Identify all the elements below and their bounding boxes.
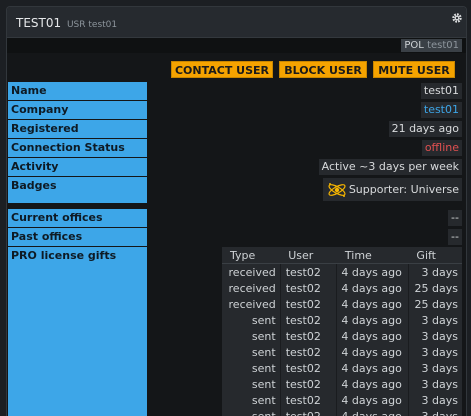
field-row-current-offices: Current offices -- [7, 209, 466, 227]
table-row: received test02 4 days ago 3 days [222, 263, 462, 280]
gift-user-link[interactable]: test02 [279, 360, 337, 376]
registered-label: Registered [8, 120, 147, 138]
profile-fields: Name test01 Company test01 Registered 21… [7, 82, 466, 416]
block-user-button[interactable]: BLOCK USER [279, 61, 367, 78]
header-type: Type [222, 247, 281, 264]
gift-amount: 25 days [407, 296, 462, 312]
gift-amount: 3 days [407, 360, 462, 376]
table-row: received test02 4 days ago 25 days [222, 280, 462, 296]
gift-amount: 3 days [407, 328, 462, 344]
gift-time: 4 days ago [336, 392, 409, 408]
field-row-badges: Badges Supporter: Universe [7, 177, 466, 203]
gift-type: sent [251, 313, 276, 327]
gift-time: 4 days ago [336, 344, 409, 360]
gift-time: 4 days ago [336, 312, 409, 328]
gift-user-link[interactable]: test02 [279, 263, 337, 280]
gift-time: 4 days ago [336, 263, 409, 280]
company-link[interactable]: test01 [420, 102, 462, 118]
field-row-past-offices: Past offices -- [7, 228, 466, 246]
gift-user-link[interactable]: test02 [279, 280, 337, 296]
field-row-name: Name test01 [7, 82, 466, 100]
gift-time: 4 days ago [336, 376, 409, 392]
name-value: test01 [420, 83, 462, 99]
gift-user-link[interactable]: test02 [279, 296, 337, 312]
gift-type: received [228, 297, 276, 311]
gift-type: sent [251, 393, 276, 407]
window-title: TEST01 USR test01 [16, 16, 117, 30]
action-bar: CONTACT USER BLOCK USER MUTE USER [7, 53, 466, 81]
gift-type: sent [251, 329, 276, 343]
gift-time: 4 days ago [336, 360, 409, 376]
past-offices-value: -- [448, 229, 462, 245]
company-label: Company [8, 101, 147, 119]
table-row: sent test02 4 days ago 3 days [222, 392, 462, 408]
gear-icon[interactable] [451, 12, 463, 24]
header-user: User [280, 247, 337, 264]
table-row: sent test02 4 days ago 3 days [222, 360, 462, 376]
field-row-activity: Activity Active ~3 days per week [7, 158, 466, 176]
gift-user-link[interactable]: test02 [279, 312, 337, 328]
gift-amount: 3 days [407, 392, 462, 408]
gift-amount: 3 days [407, 344, 462, 360]
badges-label: Badges [8, 177, 147, 203]
window-title-text: TEST01 [16, 16, 62, 30]
gift-time: 4 days ago [336, 280, 409, 296]
field-row-company: Company test01 [7, 101, 466, 119]
field-row-gifts: PRO license gifts Type User Time Gift re… [7, 247, 466, 416]
gift-amount: 3 days [407, 376, 462, 392]
gift-user-link[interactable]: test02 [279, 344, 337, 360]
table-row: sent test02 4 days ago 3 days [222, 376, 462, 392]
contact-user-button[interactable]: CONTACT USER [171, 61, 273, 78]
gift-time: 4 days ago [336, 296, 409, 312]
gift-type: received [228, 265, 276, 279]
name-label: Name [8, 82, 147, 100]
gift-user-link[interactable]: test02 [279, 376, 337, 392]
header-time: Time [336, 247, 409, 264]
table-row: sent test02 4 days ago 3 days [222, 328, 462, 344]
universe-supporter-icon [328, 183, 346, 197]
gifts-header-row: Type User Time Gift [222, 247, 462, 264]
field-row-status: Connection Status offline [7, 139, 466, 157]
mute-user-button[interactable]: MUTE USER [373, 61, 455, 78]
table-row: sent test02 4 days ago 3 days [222, 312, 462, 328]
gift-type: sent [251, 361, 276, 375]
gift-user-link[interactable]: test02 [279, 392, 337, 408]
tag-bar: POL test01 [7, 38, 466, 53]
gift-type: sent [251, 345, 276, 359]
gift-amount: 3 days [407, 263, 462, 280]
gifts-table: Type User Time Gift received test02 4 da… [222, 247, 462, 416]
field-row-registered: Registered 21 days ago [7, 120, 466, 138]
status-label: Connection Status [8, 139, 147, 157]
status-value: offline [421, 140, 462, 156]
activity-label: Activity [8, 158, 147, 176]
gift-type: sent [251, 377, 276, 391]
country-tag[interactable]: POL test01 [401, 39, 462, 52]
current-offices-label: Current offices [8, 209, 147, 227]
gift-time: 4 days ago [336, 328, 409, 344]
table-row: sent test02 4 days ago 3 days [222, 344, 462, 360]
tag-prefix: POL [404, 40, 424, 51]
header-gift: Gift [408, 247, 462, 264]
gifts-label: PRO license gifts [8, 247, 147, 416]
supporter-badge[interactable]: Supporter: Universe [322, 178, 462, 201]
tag-name: test01 [427, 40, 459, 51]
current-offices-value: -- [448, 210, 462, 226]
badge-label: Supporter: Universe [348, 183, 459, 196]
gift-type: received [228, 281, 276, 295]
window-subtitle: USR test01 [66, 20, 118, 30]
title-bar: TEST01 USR test01 [7, 7, 466, 38]
gift-amount: 3 days [407, 312, 462, 328]
user-profile-window: TEST01 USR test01 POL test01 CONTACT USE… [6, 6, 467, 416]
registered-value: 21 days ago [388, 121, 462, 137]
activity-value: Active ~3 days per week [318, 159, 462, 175]
gift-amount: 25 days [407, 280, 462, 296]
table-row: received test02 4 days ago 25 days [222, 296, 462, 312]
past-offices-label: Past offices [8, 228, 147, 246]
gift-user-link[interactable]: test02 [279, 328, 337, 344]
